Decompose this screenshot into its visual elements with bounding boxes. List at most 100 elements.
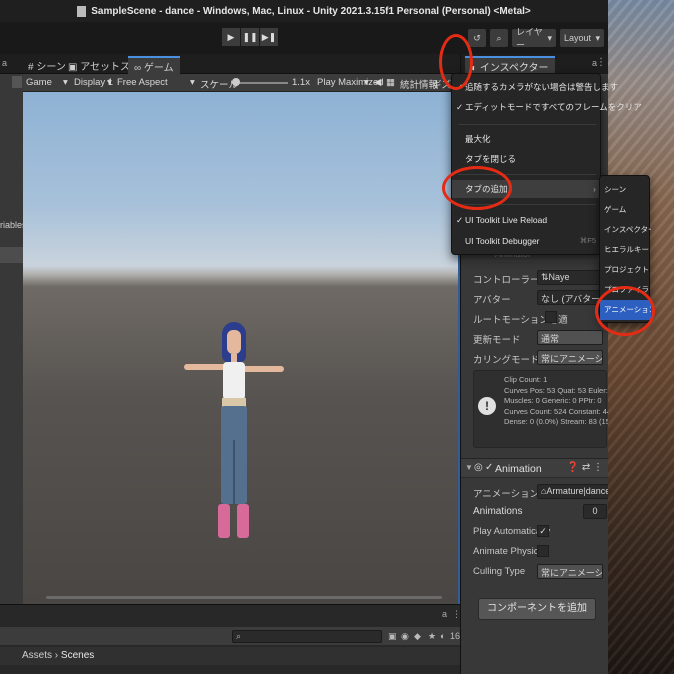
info-text: Clip Count: 1 Curves Pos: 53 Quat: 53 Eu… — [504, 375, 608, 428]
menu-item-warn-no-camera[interactable]: ✓ 追随するカメラがない場合は警告します — [452, 78, 618, 96]
add-component-button[interactable]: コンポーネントを追加 — [478, 598, 596, 620]
info-line: Curves Count: 524 Constant: 441 (84.2%) — [504, 406, 608, 416]
controller-label: コントローラー — [473, 275, 540, 286]
menu-item-ui-toolkit-live-reload[interactable]: ✓ UI Toolkit Live Reload — [452, 211, 602, 229]
check-icon: ✓ — [456, 102, 464, 112]
submenu-item-project[interactable]: プロジェクト — [600, 260, 651, 280]
animate-physics-row: Animate Physics — [473, 544, 608, 560]
submenu-item-hierarchy[interactable]: ヒエラルキー — [600, 240, 651, 260]
hierarchy-panel-edge: riables — [0, 74, 27, 604]
character-left-shoe — [218, 504, 230, 538]
breadcrumb-scenes[interactable]: Scenes — [61, 650, 94, 661]
layers-dropdown[interactable]: レイヤー ▾ — [512, 27, 556, 50]
submenu-item-scene[interactable]: シーン — [600, 180, 651, 200]
animator-info-box: ! Clip Count: 1 Curves Pos: 53 Quat: 53 … — [473, 370, 608, 448]
project-search-input[interactable]: ⌕ — [232, 630, 382, 643]
shortcut-label: ⌘F5 — [579, 236, 596, 245]
culling-mode-dropdown[interactable]: 常にアニメーション化 — [537, 350, 603, 365]
submenu-item-profiler[interactable]: プロファイラ — [600, 280, 651, 300]
panel-widget[interactable] — [12, 76, 22, 88]
selected-row[interactable] — [0, 247, 23, 263]
foldout-arrow-icon[interactable]: ▼ — [465, 463, 473, 472]
breadcrumb-assets[interactable]: Assets — [22, 650, 52, 661]
info-line: Muscles: 0 Generic: 0 PPtr: 0 — [504, 396, 602, 405]
animation-clip-row: アニメーション ⌂Armature|dance_@ — [473, 484, 608, 500]
pause-button[interactable]: ❚❚ — [241, 28, 259, 46]
lock-icon[interactable]: a — [442, 609, 447, 619]
culling-mode-label: カリングモード — [473, 355, 540, 366]
viewport-scrollbar[interactable] — [46, 596, 442, 599]
animation-header-label: Animation — [495, 463, 542, 475]
animations-foldout[interactable]: Animations — [473, 506, 522, 517]
scale-slider[interactable] — [232, 82, 288, 84]
character-top — [223, 362, 245, 400]
menu-item-label: UI Toolkit Debugger — [465, 236, 540, 246]
submenu-item-game[interactable]: ゲーム — [600, 200, 651, 220]
layout-label: Layout — [564, 33, 592, 43]
avatar-field[interactable]: なし (アバター) — [537, 290, 603, 305]
play-automatically-checkbox[interactable]: ✓ — [537, 525, 549, 537]
favorite-icon[interactable]: ★ — [428, 631, 436, 642]
window-title: SampleScene - dance - Windows, Mac, Linu… — [91, 5, 531, 17]
component-enabled-checkbox[interactable]: ✓ — [485, 462, 493, 473]
scale-slider-handle[interactable] — [232, 78, 240, 86]
submenu-item-animation[interactable]: アニメーション — [600, 300, 651, 320]
step-button[interactable]: ▶❚ — [260, 28, 278, 46]
breadcrumb: Assets › Scenes — [0, 647, 460, 665]
controller-field[interactable]: ⇅Naye — [537, 270, 603, 285]
label-filter-icon[interactable]: ◆ — [414, 631, 421, 642]
menu-item-ui-toolkit-debugger[interactable]: UI Toolkit Debugger ⌘F5 — [452, 232, 602, 250]
root-motion-checkbox[interactable] — [545, 311, 557, 323]
type-filter-icon[interactable]: ◉ — [401, 631, 409, 642]
add-tab-submenu: シーン ゲーム インスペクター ヒエラルキー プロジェクト プロファイラ アニメ… — [599, 175, 651, 323]
tab-game[interactable]: ∞ ゲーム — [128, 56, 180, 74]
menu-item-label: タブを閉じる — [465, 154, 517, 164]
play-button[interactable]: ▶ — [222, 28, 240, 46]
menu-separator — [458, 124, 596, 125]
toolbar-right: ↺ ⌕ レイヤー ▾ Layout ▾ — [468, 27, 604, 50]
undo-history-button[interactable]: ↺ — [468, 29, 486, 47]
menu-item-clear-every-frame[interactable]: ✓ エディットモードですべてのフレームをクリア — [452, 98, 642, 116]
menu-item-maximize[interactable]: 最大化 — [452, 130, 602, 148]
visibility-icon[interactable]: ◐ — [440, 631, 445, 641]
tab-context-menu: ✓ 追随するカメラがない場合は警告します ✓ エディットモードですべてのフレーム… — [451, 73, 642, 255]
character-leg-gap — [233, 440, 235, 504]
component-actions-icon[interactable]: ❓ ⇄ ⋮ — [567, 462, 603, 473]
layout-dropdown[interactable]: Layout ▾ — [560, 29, 604, 47]
menu-item-add-tab[interactable]: タブの追加 › — [452, 180, 602, 198]
submenu-item-inspector[interactable]: インスペクター — [600, 220, 651, 240]
kebab-menu-icon[interactable]: ⋮ — [596, 57, 606, 68]
filter-icon[interactable]: ▣ — [388, 631, 397, 642]
animation-clip-field[interactable]: ⌂Armature|dance_@ — [537, 484, 608, 499]
layers-label: レイヤー — [516, 27, 543, 50]
lock-icon[interactable]: a — [2, 58, 7, 68]
speaker-icon[interactable]: ◀ — [374, 77, 381, 88]
avatar-row: アバター なし (アバター) — [473, 290, 608, 306]
character-left-arm — [184, 364, 226, 370]
project-panel: a ⋮ ⌕ ▣ ◉ ◆ ★ ◐ 16 Assets › Scenes — [0, 604, 461, 674]
info-icon: ! — [478, 397, 496, 415]
inspector-tab-bar: ◐ インスペクター a ⋮ — [461, 54, 608, 74]
animate-physics-checkbox[interactable] — [537, 545, 549, 557]
play-automatically-row: Play Automatically ✓ — [473, 524, 608, 540]
info-line: Clip Count: 1 — [504, 375, 548, 384]
controller-row: コントローラー ⇅Naye — [473, 270, 608, 286]
update-mode-dropdown[interactable]: 通常 — [537, 330, 603, 345]
root-motion-row: ルートモーションを適 — [473, 310, 608, 326]
menu-item-close-tab[interactable]: タブを閉じる — [452, 150, 602, 168]
animation-component-header[interactable]: ▼ ◎ ✓ Animation ❓ ⇄ ⋮ — [461, 458, 608, 478]
title-bar: SampleScene - dance - Windows, Mac, Linu… — [0, 0, 608, 22]
game-mode-dropdown[interactable]: Game — [26, 77, 52, 88]
aspect-dropdown[interactable]: Free Aspect — [117, 77, 168, 88]
tab-inspector[interactable]: ◐ インスペクター — [465, 56, 555, 74]
menu-item-label: 最大化 — [465, 134, 491, 144]
info-line: Curves Pos: 53 Quat: 53 Euler: 0 Scale: … — [504, 385, 608, 395]
grid-icon[interactable]: ▦ — [386, 77, 395, 88]
search-button[interactable]: ⌕ — [490, 29, 508, 47]
animation-clip-label: アニメーション — [473, 489, 540, 500]
animations-count-field[interactable]: 0 — [583, 504, 607, 519]
menu-item-label: タブの追加 — [465, 184, 508, 194]
update-mode-row: 更新モード 通常 — [473, 330, 608, 346]
character-neck — [231, 354, 237, 362]
culling-type-dropdown[interactable]: 常にアニメーション化 — [537, 564, 603, 579]
